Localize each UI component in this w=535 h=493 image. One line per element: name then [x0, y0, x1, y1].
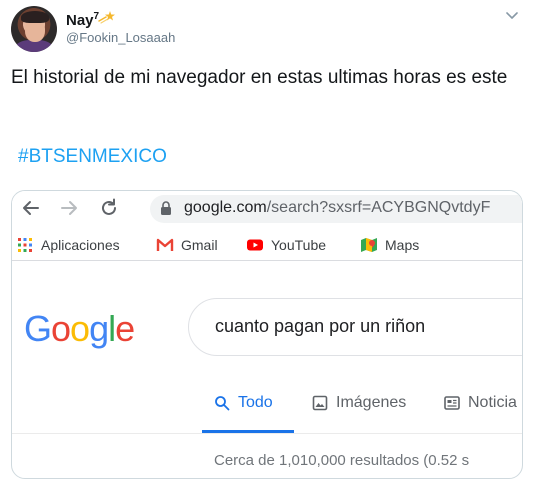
- news-icon: [444, 396, 460, 410]
- tweet-media-screenshot[interactable]: google.com/search?sxsrf=ACYBGNQvtdyF Apl…: [11, 190, 523, 479]
- user-handle[interactable]: @Fookin_Losaaah: [66, 30, 175, 45]
- url-text[interactable]: google.com/search?sxsrf=ACYBGNQvtdyF: [184, 199, 490, 217]
- bookmark-gmail[interactable]: Gmail: [156, 237, 218, 253]
- logo-letter: o: [70, 308, 90, 349]
- hashtag-link[interactable]: #BTSENMEXICO: [18, 146, 167, 168]
- logo-letter: g: [89, 308, 109, 349]
- forward-arrow-icon[interactable]: [58, 197, 80, 219]
- bookmark-label: Aplicaciones: [41, 237, 120, 253]
- tab-label: Imágenes: [336, 394, 407, 411]
- search-query-text[interactable]: cuanto pagan por un riñon: [215, 316, 425, 337]
- bookmark-aplicaciones[interactable]: Aplicaciones: [16, 237, 120, 253]
- maps-icon: [361, 238, 377, 252]
- tweet-header: Nay7 @Fookin_Losaaah: [0, 0, 535, 60]
- address-bar[interactable]: google.com/search?sxsrf=ACYBGNQvtdyF: [150, 195, 522, 223]
- bookmark-label: YouTube: [271, 237, 327, 253]
- gmail-icon: [156, 238, 174, 251]
- search-input[interactable]: cuanto pagan por un riñon: [188, 298, 522, 356]
- bookmark-label: Maps: [385, 237, 420, 253]
- bookmarks-bar: Aplicaciones Gmail YouTube Maps: [12, 229, 522, 261]
- back-arrow-icon[interactable]: [20, 197, 42, 219]
- display-name[interactable]: Nay7: [66, 11, 99, 29]
- url-host: google.com: [184, 199, 267, 216]
- tab-label: Todo: [238, 394, 273, 411]
- tweet-text: El historial de mi navegador en estas ul…: [11, 67, 508, 88]
- shooting-star-icon: [98, 11, 115, 24]
- search-icon: [215, 396, 230, 411]
- tab-noticias[interactable]: Noticia: [444, 394, 517, 412]
- lock-icon[interactable]: [160, 201, 172, 216]
- bookmark-youtube[interactable]: YouTube: [246, 237, 326, 253]
- reload-icon[interactable]: [98, 197, 120, 219]
- tab-label: Noticia: [468, 394, 517, 411]
- chevron-down-icon[interactable]: [505, 11, 519, 21]
- youtube-icon: [247, 239, 263, 251]
- results-count: Cerca de 1,010,000 resultados (0.52 s: [214, 452, 470, 469]
- tab-todo[interactable]: Todo: [214, 394, 273, 412]
- browser-nav-bar: google.com/search?sxsrf=ACYBGNQvtdyF: [12, 191, 522, 227]
- logo-letter: o: [51, 308, 71, 349]
- url-path: /search?sxsrf=ACYBGNQvtdyF: [266, 199, 491, 216]
- logo-letter: e: [115, 308, 135, 349]
- image-icon: [312, 395, 328, 411]
- google-logo[interactable]: Google: [24, 308, 135, 350]
- display-name-text[interactable]: Nay: [66, 12, 94, 29]
- avatar[interactable]: [11, 6, 57, 52]
- apps-grid-icon: [18, 238, 32, 252]
- tab-imagenes[interactable]: Imágenes: [312, 394, 406, 412]
- bookmark-label: Gmail: [181, 237, 218, 253]
- logo-letter: G: [24, 308, 52, 349]
- bookmark-maps[interactable]: Maps: [360, 237, 419, 253]
- tabs-divider: [12, 433, 522, 434]
